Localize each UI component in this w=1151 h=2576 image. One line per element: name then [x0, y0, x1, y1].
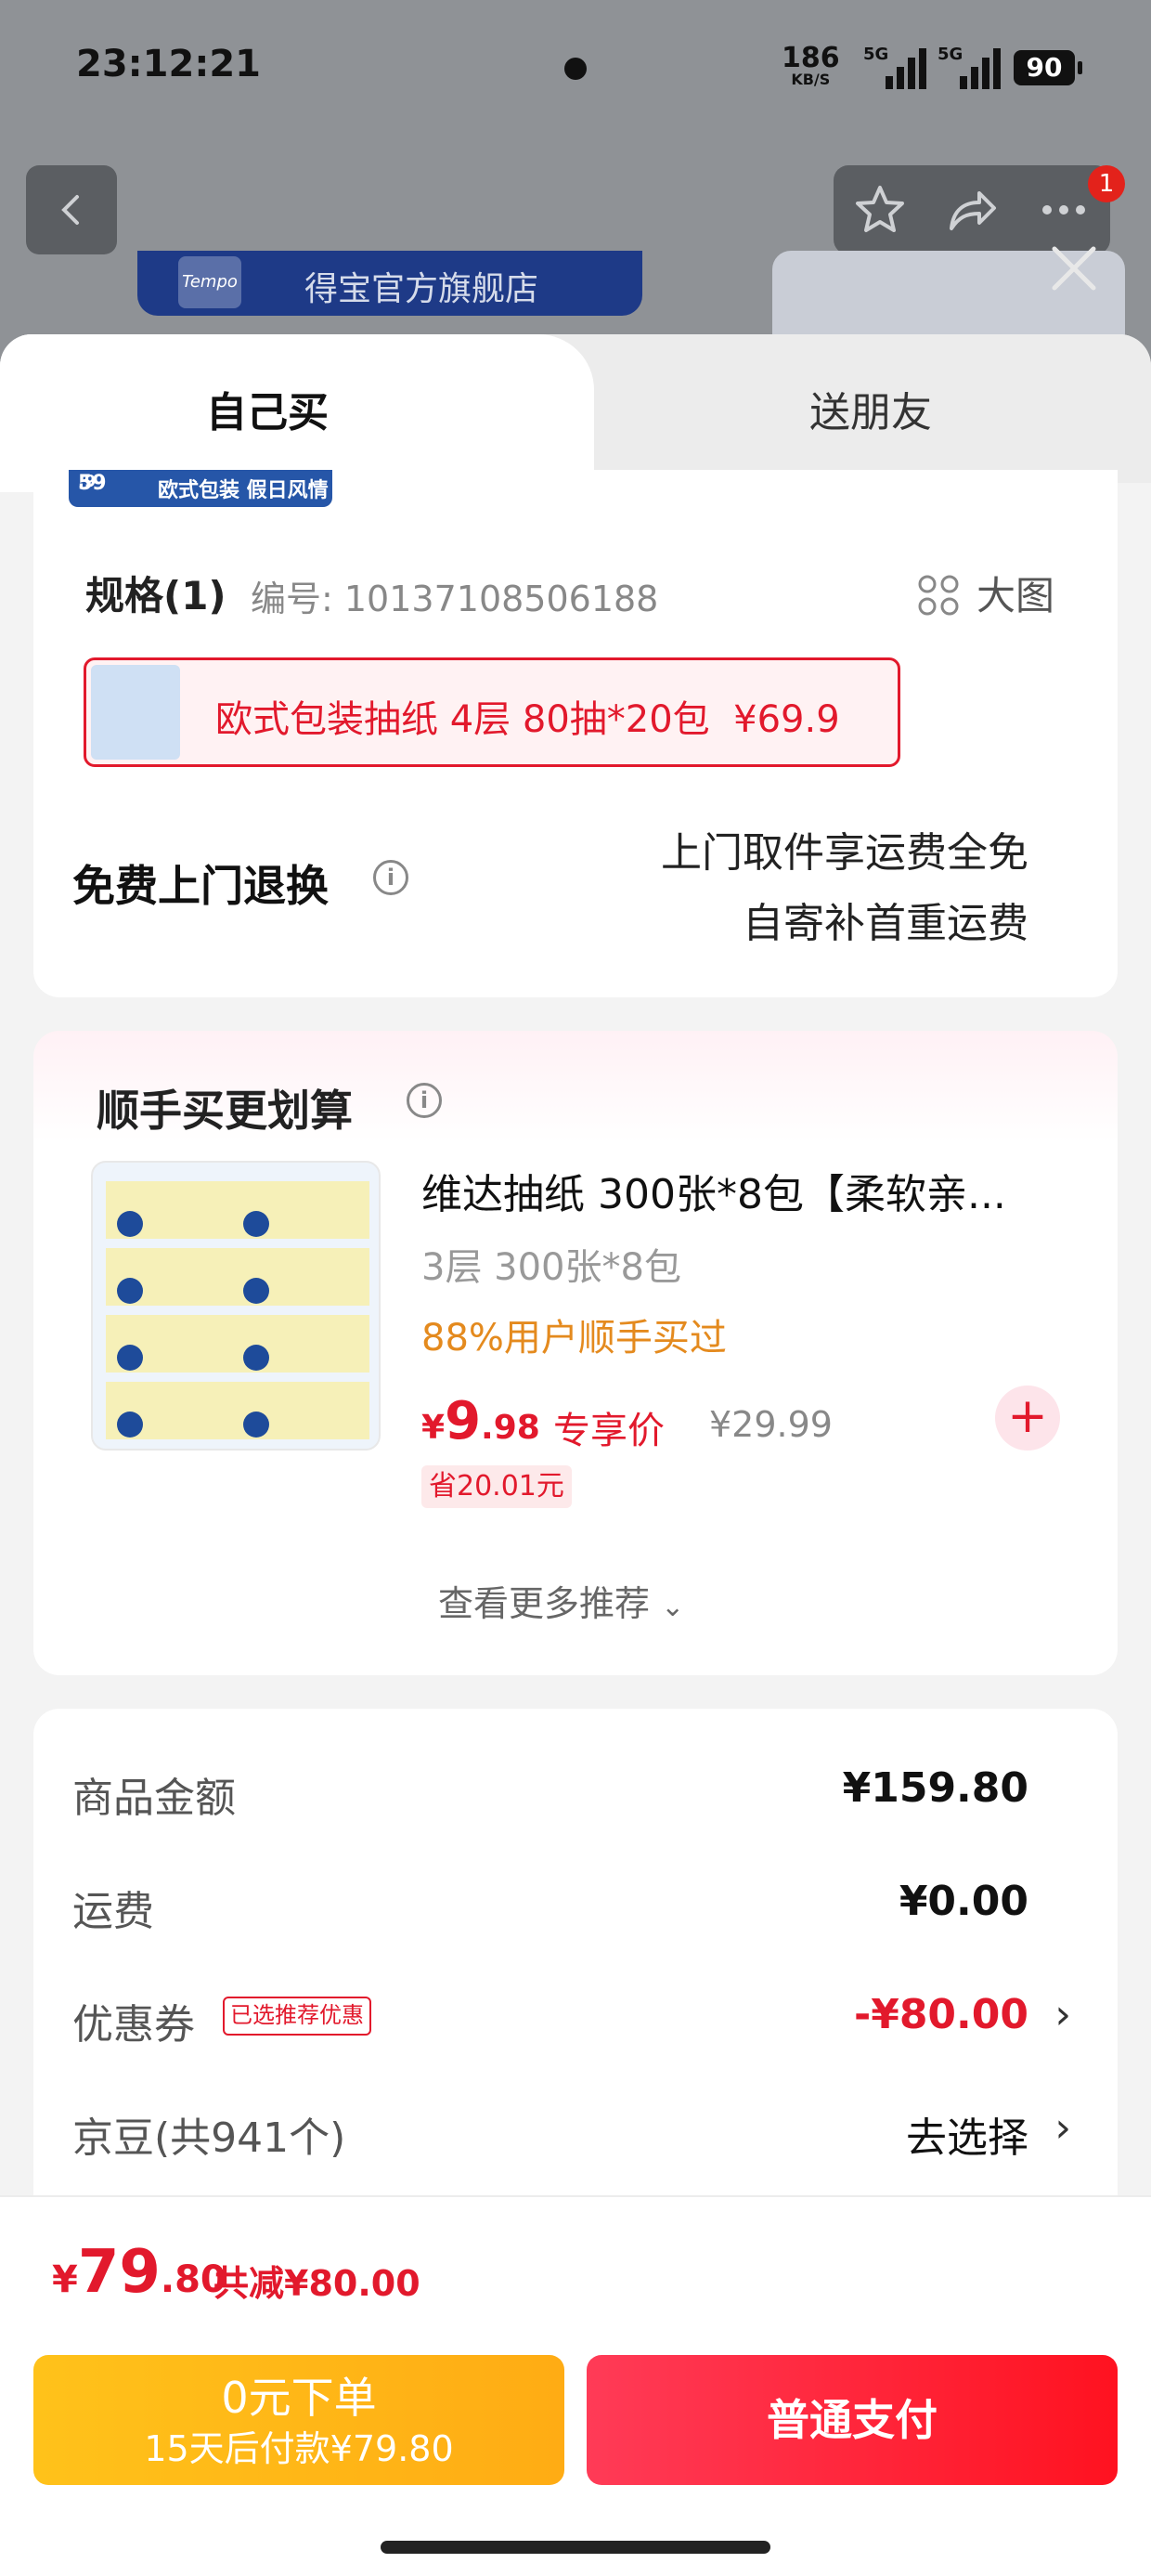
close-icon[interactable]	[1045, 240, 1103, 297]
coupon-value[interactable]: -¥80.00	[854, 1991, 1028, 2038]
shipping-value: ¥0.00	[899, 1878, 1028, 1925]
tab-gift[interactable]: 送朋友	[809, 379, 932, 438]
jingdou-select[interactable]: 去选择	[906, 2104, 1028, 2164]
promo-strip: 59.9 欧式包装 假日风情	[69, 470, 332, 507]
coupon-tag: 已选推荐优惠	[223, 1997, 371, 2036]
camera-cutout	[564, 58, 587, 80]
signal-label: 5G	[863, 45, 889, 64]
addon-product-name[interactable]: 维达抽纸 300张*8包【柔软亲...	[421, 1161, 1071, 1220]
chevron-right-icon[interactable]: ›	[1054, 1991, 1071, 2038]
sku-label: 欧式包装抽纸 4层 80抽*20包 ¥69.9	[215, 698, 840, 741]
addon-price: ¥9.98	[421, 1391, 540, 1451]
promo-text: 欧式包装 假日风情	[158, 479, 329, 502]
network-speed: 186 KB/S	[782, 45, 840, 87]
addon-social-proof: 88%用户顺手买过	[421, 1317, 727, 1360]
pay-now-button[interactable]: 普通支付	[587, 2355, 1118, 2485]
addon-title: 顺手买更划算	[97, 1086, 353, 1136]
addon-price-tag: 专享价	[553, 1410, 665, 1452]
battery-indicator: 90	[1014, 50, 1082, 85]
network-speed-unit: KB/S	[791, 71, 831, 88]
pay-later-title: 0元下单	[221, 2373, 377, 2423]
signal-label: 5G	[938, 45, 963, 64]
tab-self[interactable]: 自己买	[206, 379, 329, 438]
notification-badge: 1	[1088, 165, 1125, 202]
back-button[interactable]	[26, 165, 117, 254]
home-indicator[interactable]	[381, 2541, 770, 2554]
spec-code: 编号: 10137108506188	[251, 579, 659, 619]
sku-thumbnail	[91, 665, 180, 760]
chevron-right-icon[interactable]: ›	[1054, 2104, 1071, 2152]
big-image-button[interactable]: 大图	[976, 565, 1054, 621]
coupon-label: 优惠券	[72, 2001, 195, 2049]
subtotal-label: 商品金额	[72, 1775, 236, 1822]
spec-title: 规格(1)	[85, 573, 226, 618]
total-saving: 共减¥80.00	[213, 2263, 420, 2304]
info-icon[interactable]: i	[373, 860, 408, 895]
shipping-label: 运费	[72, 1888, 154, 1935]
info-icon[interactable]: i	[407, 1083, 442, 1118]
share-icon[interactable]	[944, 182, 1000, 238]
chevron-left-icon	[61, 195, 79, 225]
store-name: 得宝官方旗舰店	[304, 270, 539, 308]
sku-price: ¥69.9	[733, 698, 840, 741]
addon-product-spec: 3层 300张*8包	[421, 1246, 681, 1289]
tissue-pack-image	[102, 1172, 373, 1443]
star-icon[interactable]	[852, 182, 908, 238]
pay-later-subtitle: 15天后付款¥79.80	[144, 2428, 454, 2469]
total-price: ¥79.80	[52, 2238, 226, 2307]
return-line-1: 上门取件享运费全免	[661, 829, 1028, 877]
addon-product-image[interactable]	[91, 1161, 381, 1451]
signal-icon: 5G	[863, 45, 926, 89]
status-time: 23:12:21	[76, 43, 261, 85]
pay-later-button[interactable]: 0元下单 15天后付款¥79.80	[33, 2355, 564, 2485]
more-icon[interactable]	[1036, 182, 1092, 238]
more-recommendations-link[interactable]: 查看更多推荐 ⌄	[438, 1575, 684, 1626]
return-line-2: 自寄补首重运费	[743, 900, 1028, 947]
network-speed-value: 186	[782, 42, 840, 74]
chevron-down-icon: ⌄	[661, 1591, 685, 1623]
subtotal-value: ¥159.80	[842, 1764, 1028, 1812]
free-return-title: 免费上门退换	[72, 861, 329, 911]
addon-original-price: ¥29.99	[709, 1404, 833, 1445]
add-addon-button[interactable]: +	[995, 1386, 1060, 1451]
jingdou-label: 京豆(共941个)	[72, 2114, 346, 2162]
addon-saving-badge: 省20.01元	[421, 1465, 572, 1508]
grid-icon[interactable]	[917, 574, 960, 617]
store-logo: Tempo	[178, 256, 241, 308]
signal-icon: 5G	[938, 45, 1001, 89]
